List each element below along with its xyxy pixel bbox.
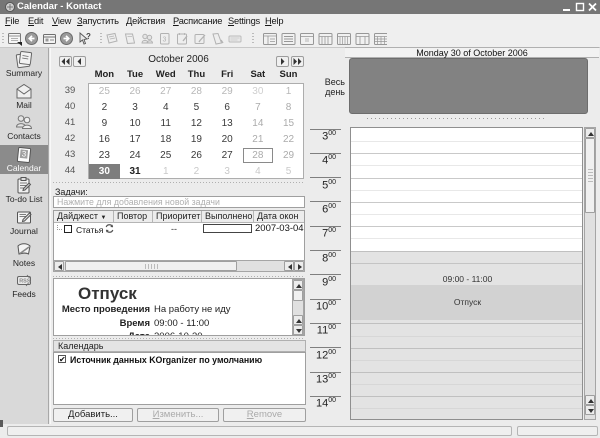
svg-text:RSS: RSS bbox=[19, 279, 31, 285]
svg-text:3: 3 bbox=[163, 37, 167, 44]
svg-text:?: ? bbox=[86, 32, 91, 41]
